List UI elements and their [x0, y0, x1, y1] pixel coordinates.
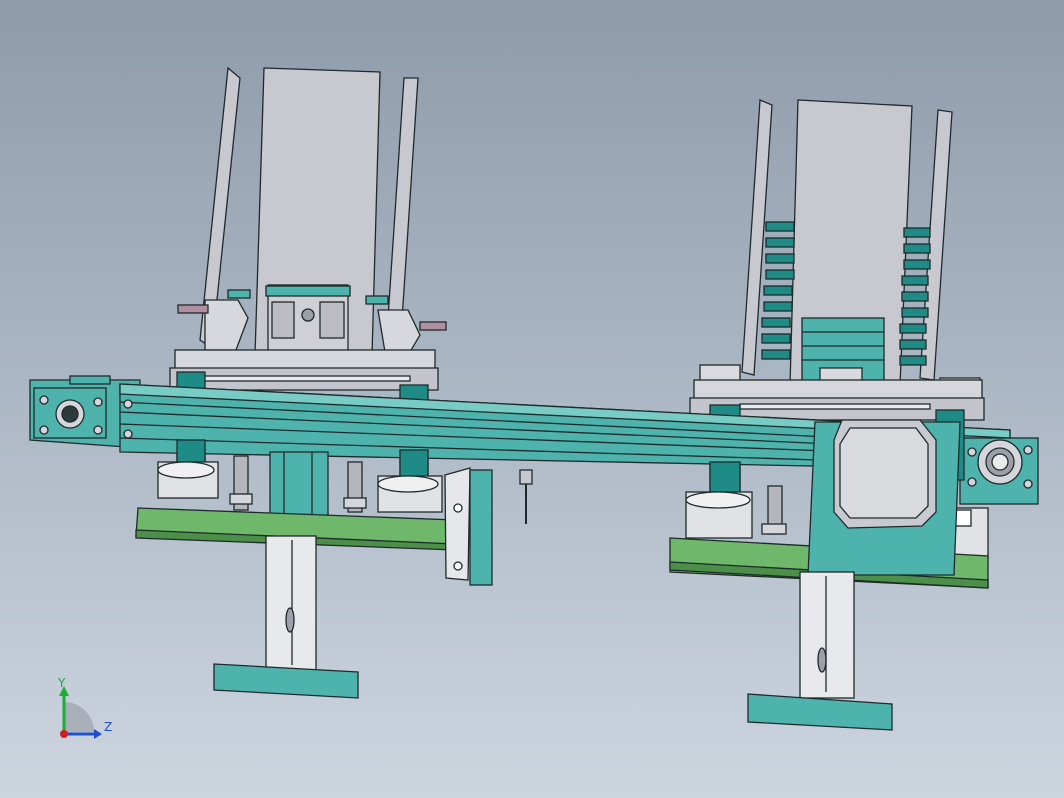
left-lower-assembly [135, 451, 533, 699]
z-axis-label: Z [104, 720, 113, 734]
left-hopper [169, 66, 447, 391]
y-axis-label: Y [58, 676, 66, 690]
graphics-viewport[interactable]: Y Z [0, 0, 1064, 798]
view-orientation-triad[interactable]: Y Z [50, 676, 120, 746]
right-hopper [689, 99, 985, 421]
x-axis-icon [60, 730, 68, 738]
cad-model-assembly[interactable] [0, 0, 1064, 798]
